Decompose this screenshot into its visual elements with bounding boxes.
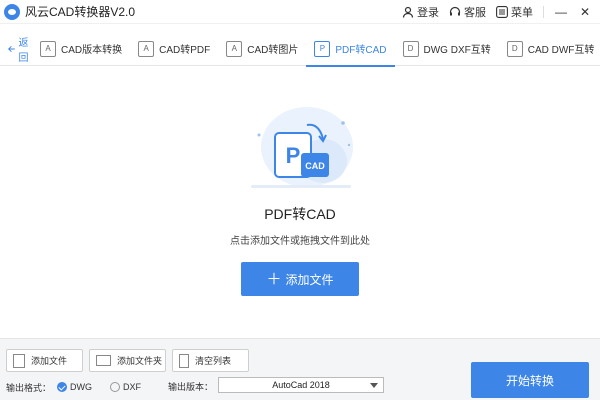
plus-icon: ＋ (266, 270, 282, 288)
drop-hint: 点击添加文件或拖拽文件到此处 (230, 236, 370, 247)
tab-label: PDF转CAD (335, 45, 387, 56)
clear-list-label: 清空列表 (195, 356, 232, 366)
pdf-to-cad-illustration: P CAD (251, 107, 353, 188)
version-convert-icon: A (40, 40, 56, 57)
tab-pdf-to-cad[interactable]: P PDF转CAD (306, 32, 395, 67)
add-file-button[interactable]: 添加文件 (6, 349, 83, 372)
add-folder-button[interactable]: 添加文件夹 (89, 349, 166, 372)
app-logo-icon (4, 3, 20, 20)
cad-dwf-icon: D (506, 40, 523, 57)
add-file-label: 添加文件 (31, 356, 68, 366)
titlebar-actions: 登录 客服 菜单 — ✕ (402, 0, 592, 24)
format-dxf-label: DXF (123, 382, 142, 392)
minimize-button[interactable]: — (554, 5, 568, 19)
pdf-to-cad-icon: P (314, 40, 331, 57)
add-folder-label: 添加文件夹 (117, 356, 163, 366)
login-label: 登录 (417, 7, 439, 19)
tab-cad-dwf-convert[interactable]: D CAD DWF互转 (499, 32, 600, 66)
radio-checked-icon (57, 382, 68, 392)
output-version-select[interactable]: AutoCad 2018 (218, 377, 384, 393)
tab-cad-version-convert[interactable]: A CAD版本转换 (32, 32, 130, 66)
format-dwg-label: DWG (70, 382, 93, 392)
trash-icon (179, 353, 189, 368)
output-version-label: 输出版本： (168, 382, 214, 392)
cad-to-image-icon: A (226, 40, 243, 57)
file-add-icon (13, 353, 25, 368)
support-label: 客服 (464, 7, 486, 19)
login-button[interactable]: 登录 (402, 4, 439, 20)
menu-icon (496, 6, 508, 18)
dwg-dxf-icon: D (402, 40, 419, 57)
illustration-cad-label: CAD (305, 161, 325, 171)
arrow-left-icon (8, 45, 15, 52)
tab-label: CAD DWF互转 (527, 45, 595, 56)
title-bar: 风云CAD转换器V2.0 登录 客服 菜单 — ✕ (0, 0, 600, 24)
output-version-value: AutoCad 2018 (272, 380, 330, 390)
app-title: 风云CAD转换器V2.0 (25, 5, 136, 19)
tab-label: CAD转PDF (159, 45, 211, 56)
menu-label: 菜单 (511, 7, 533, 19)
cad-to-pdf-icon: A (138, 40, 155, 57)
output-format-label: 输出格式： (6, 382, 52, 393)
illustration-p-letter: P (286, 143, 301, 168)
radio-unchecked-icon (110, 382, 121, 392)
tab-label: DWG DXF互转 (423, 45, 491, 56)
tab-label: CAD转图片 (247, 45, 299, 56)
tab-label: CAD版本转换 (61, 45, 123, 56)
chevron-down-icon (370, 383, 378, 388)
support-button[interactable]: 客服 (449, 4, 486, 20)
format-dwg-radio[interactable]: DWG (57, 382, 92, 392)
tab-cad-to-pdf[interactable]: A CAD转PDF (130, 32, 218, 66)
add-file-main-button[interactable]: ＋ 添加文件 (241, 262, 359, 296)
start-convert-button[interactable]: 开始转换 (471, 362, 589, 398)
back-button[interactable]: 返回 (8, 34, 32, 64)
close-button[interactable]: ✕ (578, 5, 592, 19)
add-file-main-label: 添加文件 (285, 272, 334, 287)
folder-add-icon (96, 355, 111, 366)
user-icon (402, 6, 414, 18)
page-title: PDF转CAD (264, 206, 336, 222)
back-label: 返回 (18, 37, 29, 64)
menu-button[interactable]: 菜单 (496, 4, 533, 20)
output-format-row: 输出格式： DWG DXF (6, 380, 141, 394)
clear-list-button[interactable]: 清空列表 (172, 349, 249, 372)
format-dxf-radio[interactable]: DXF (110, 382, 141, 392)
tab-dwg-dxf-convert[interactable]: D DWG DXF互转 (395, 32, 499, 66)
tab-bar: 返回 A CAD版本转换 A CAD转PDF A CAD转图片 P PDF转CA… (0, 32, 600, 67)
headset-icon (449, 6, 461, 16)
divider (543, 6, 544, 18)
tab-cad-to-image[interactable]: A CAD转图片 (218, 32, 306, 66)
